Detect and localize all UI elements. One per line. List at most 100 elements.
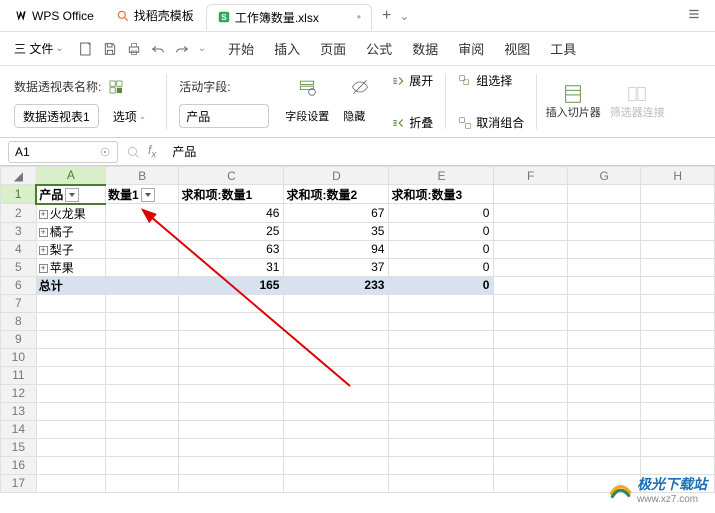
menu-review[interactable]: 审阅 <box>456 35 486 62</box>
add-tab-button[interactable]: + <box>374 7 399 25</box>
cell[interactable] <box>389 420 494 438</box>
cell[interactable] <box>105 384 179 402</box>
tab-templates[interactable]: 找稻壳模板 <box>106 3 204 29</box>
cell[interactable] <box>105 474 179 492</box>
cell[interactable] <box>105 276 179 294</box>
cell[interactable] <box>494 474 568 492</box>
cell[interactable] <box>641 402 715 420</box>
cell[interactable] <box>284 348 389 366</box>
menu-formula[interactable]: 公式 <box>364 35 394 62</box>
cell[interactable]: 67 <box>284 204 389 223</box>
cell[interactable] <box>389 366 494 384</box>
cell[interactable] <box>641 312 715 330</box>
cell-B1[interactable]: 数量1 <box>105 185 179 204</box>
cell[interactable] <box>179 402 284 420</box>
locate-icon[interactable] <box>99 146 111 158</box>
menu-data[interactable]: 数据 <box>410 35 440 62</box>
cell-total-label[interactable]: 总计 <box>36 276 105 294</box>
cell[interactable] <box>36 420 105 438</box>
row-header[interactable]: 15 <box>1 438 37 456</box>
row-header[interactable]: 5 <box>1 258 37 276</box>
cell[interactable] <box>284 438 389 456</box>
expand-row-icon[interactable]: + <box>39 210 48 219</box>
cell[interactable] <box>494 330 568 348</box>
pivot-name-button[interactable]: 数据透视表1 <box>14 104 99 128</box>
cell[interactable]: 165 <box>179 276 284 294</box>
save-icon[interactable] <box>102 41 118 57</box>
cell[interactable] <box>641 185 715 204</box>
cell[interactable] <box>389 474 494 492</box>
cell[interactable] <box>36 402 105 420</box>
col-header-F[interactable]: F <box>494 167 568 185</box>
select-all-corner[interactable]: ◢ <box>1 167 37 185</box>
cell[interactable] <box>179 366 284 384</box>
cell[interactable] <box>36 438 105 456</box>
cell[interactable] <box>389 312 494 330</box>
cell[interactable] <box>567 222 641 240</box>
cell[interactable] <box>284 294 389 312</box>
slicer-button[interactable]: 插入切片器 <box>543 70 603 133</box>
file-menu[interactable]: 三 文件 ⌄ <box>8 38 70 59</box>
cell[interactable] <box>494 312 568 330</box>
cell[interactable]: 46 <box>179 204 284 223</box>
cell[interactable] <box>36 366 105 384</box>
cell[interactable] <box>284 312 389 330</box>
cell[interactable] <box>179 474 284 492</box>
cell[interactable]: +火龙果 <box>36 204 105 223</box>
cell[interactable] <box>494 222 568 240</box>
cell-A1[interactable]: 产品 <box>36 185 105 204</box>
cell[interactable]: +苹果 <box>36 258 105 276</box>
cell[interactable] <box>179 456 284 474</box>
cell[interactable] <box>494 240 568 258</box>
cell[interactable] <box>494 456 568 474</box>
cell[interactable] <box>494 294 568 312</box>
cell[interactable] <box>179 420 284 438</box>
cell[interactable] <box>179 384 284 402</box>
cell-E1[interactable]: 求和项:数量3 <box>389 185 494 204</box>
cell[interactable] <box>179 312 284 330</box>
cell[interactable] <box>494 185 568 204</box>
expand-row-icon[interactable]: + <box>39 264 48 273</box>
cell[interactable] <box>641 420 715 438</box>
cell[interactable] <box>494 420 568 438</box>
new-icon[interactable] <box>78 41 94 57</box>
cell[interactable] <box>105 402 179 420</box>
cell[interactable] <box>284 366 389 384</box>
cell[interactable] <box>389 402 494 420</box>
cell[interactable] <box>641 330 715 348</box>
cell[interactable] <box>641 438 715 456</box>
cell[interactable] <box>389 348 494 366</box>
cell[interactable] <box>36 294 105 312</box>
cell[interactable] <box>641 348 715 366</box>
formula-content[interactable]: 产品 <box>164 143 707 160</box>
cell[interactable] <box>494 438 568 456</box>
cell[interactable] <box>284 420 389 438</box>
cell[interactable] <box>284 384 389 402</box>
cell[interactable] <box>567 366 641 384</box>
row-header[interactable]: 6 <box>1 276 37 294</box>
cell[interactable] <box>567 204 641 223</box>
cell[interactable] <box>105 258 179 276</box>
cell[interactable]: 233 <box>284 276 389 294</box>
cell[interactable] <box>494 348 568 366</box>
cell[interactable] <box>36 474 105 492</box>
field-settings-button[interactable] <box>285 75 329 99</box>
ungroup-button[interactable]: 取消组合 <box>458 114 524 131</box>
cell[interactable] <box>494 366 568 384</box>
filter-dropdown-icon[interactable] <box>141 188 155 202</box>
cell[interactable] <box>494 402 568 420</box>
row-header[interactable]: 17 <box>1 474 37 492</box>
cell[interactable] <box>105 330 179 348</box>
row-header[interactable]: 16 <box>1 456 37 474</box>
name-box[interactable] <box>8 141 118 163</box>
cell[interactable] <box>641 366 715 384</box>
cell[interactable]: 94 <box>284 240 389 258</box>
cell[interactable] <box>389 384 494 402</box>
cell[interactable] <box>284 474 389 492</box>
row-header[interactable]: 11 <box>1 366 37 384</box>
cell[interactable] <box>284 402 389 420</box>
cell[interactable] <box>179 438 284 456</box>
qat-more[interactable]: ⌄ <box>198 43 206 54</box>
cell[interactable]: 25 <box>179 222 284 240</box>
menu-insert[interactable]: 插入 <box>272 35 302 62</box>
